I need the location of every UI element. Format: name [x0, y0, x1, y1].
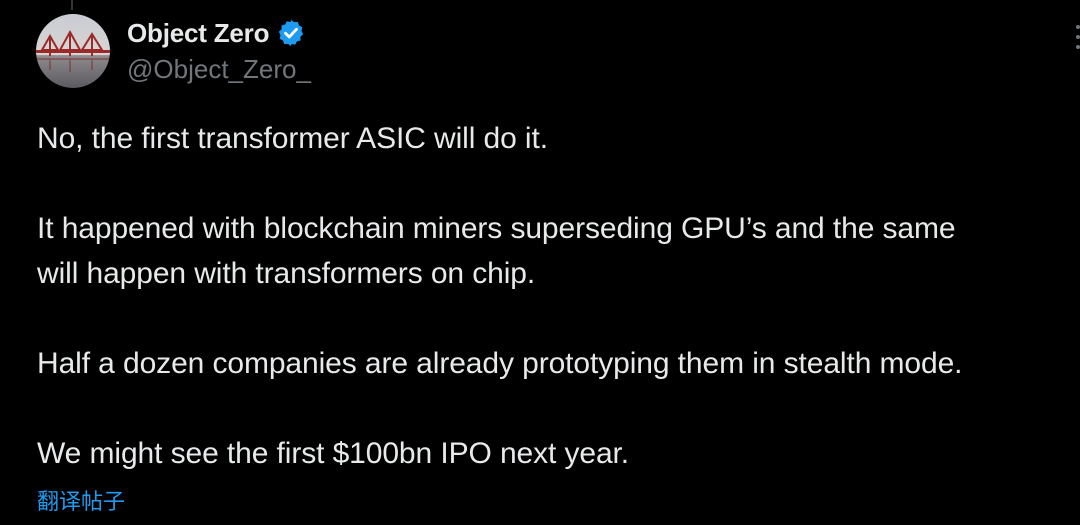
tweet-paragraph: No, the first transformer ASIC will do i… [37, 116, 1077, 161]
bridge-avatar-icon [36, 14, 110, 88]
verified-badge-icon [276, 18, 306, 48]
tweet-paragraph: It happened with blockchain miners super… [37, 206, 1077, 296]
tweet-line: Half a dozen companies are already proto… [37, 347, 963, 380]
author-block: Object Zero @Object_Zero_ [127, 14, 311, 85]
tweet-line: No, the first transformer ASIC will do i… [37, 122, 548, 155]
thread-connector-line [71, 0, 73, 10]
tweet-line: It happened with blockchain miners super… [37, 212, 956, 245]
display-name[interactable]: Object Zero [127, 18, 269, 49]
avatar[interactable] [36, 14, 110, 88]
tweet-text: No, the first transformer ASIC will do i… [37, 116, 1077, 476]
tweet-paragraph: We might see the first $100bn IPO next y… [37, 431, 1077, 476]
tweet-line: will happen with transformers on chip. [37, 257, 536, 290]
user-handle[interactable]: @Object_Zero_ [127, 54, 311, 85]
translate-post-link[interactable]: 翻译帖子 [37, 484, 125, 516]
name-row: Object Zero [127, 14, 311, 52]
tweet-paragraph: Half a dozen companies are already proto… [37, 341, 1077, 386]
tweet-line: We might see the first $100bn IPO next y… [37, 437, 630, 470]
more-options-icon[interactable] [1066, 22, 1080, 52]
